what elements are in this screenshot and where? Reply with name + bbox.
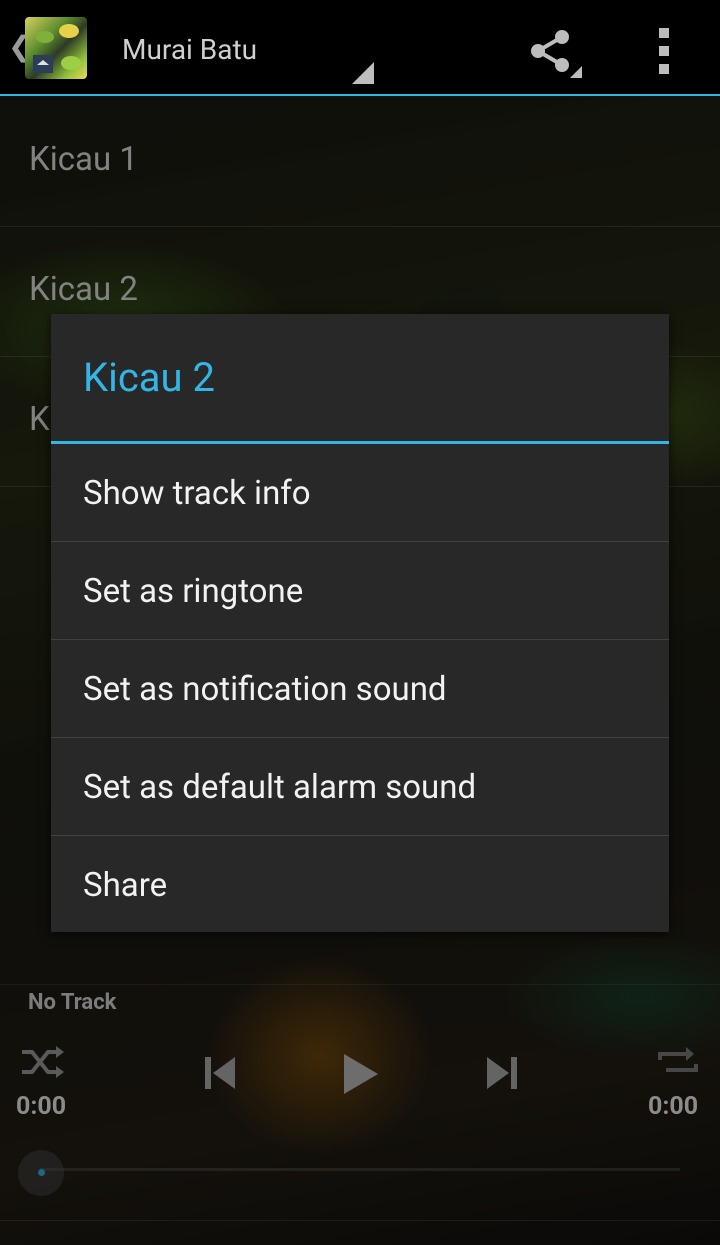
menu-item-label: Set as default alarm sound (83, 768, 477, 807)
menu-item-set-as-alarm-sound[interactable]: Set as default alarm sound (51, 738, 669, 836)
menu-item-label: Set as notification sound (83, 670, 447, 709)
menu-item-set-as-ringtone[interactable]: Set as ringtone (51, 542, 669, 640)
menu-item-set-as-notification-sound[interactable]: Set as notification sound (51, 640, 669, 738)
action-bar: ❮ Murai Batu (0, 0, 720, 96)
menu-item-label: Show track info (83, 474, 311, 513)
spinner-indicator-icon (352, 62, 374, 84)
app-title[interactable]: Murai Batu (122, 32, 257, 68)
context-menu-dialog: Kicau 2 Show track info Set as ringtone … (51, 314, 669, 932)
share-dropdown-indicator-icon (570, 66, 582, 78)
menu-item-label: Share (83, 866, 168, 905)
more-vert-icon[interactable] (646, 22, 682, 78)
menu-item-show-track-info[interactable]: Show track info (51, 444, 669, 542)
app-icon[interactable] (25, 17, 87, 79)
dialog-title: Kicau 2 (83, 354, 215, 401)
menu-item-share[interactable]: Share (51, 836, 669, 933)
menu-item-label: Set as ringtone (83, 572, 304, 611)
